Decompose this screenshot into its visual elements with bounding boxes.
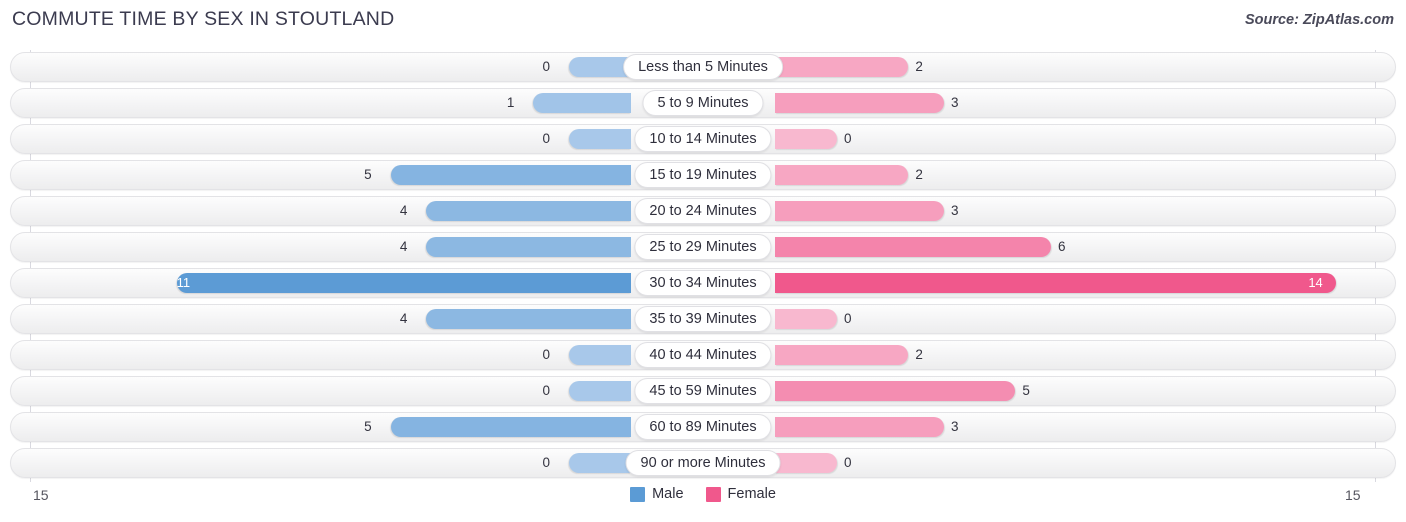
table-row: 11 14 30 to 34 Minutes: [10, 268, 1396, 298]
category-label: 35 to 39 Minutes: [634, 306, 772, 332]
bar-female: [775, 57, 909, 77]
bar-female: [775, 201, 944, 221]
category-label: 30 to 34 Minutes: [634, 270, 772, 296]
legend-label: Female: [727, 486, 776, 502]
category-label: 60 to 89 Minutes: [634, 414, 772, 440]
bar-value-female: 3: [951, 419, 959, 434]
bar-value-female: 0: [844, 455, 852, 470]
bar-value-male: 0: [542, 59, 550, 74]
bar-value-female: 6: [1058, 239, 1066, 254]
bar-value-male: 0: [542, 455, 550, 470]
bar-male: [426, 201, 631, 221]
page-title: COMMUTE TIME BY SEX IN STOUTLAND: [12, 8, 395, 30]
bar-male: [569, 129, 631, 149]
table-row: 5 2 15 to 19 Minutes: [10, 160, 1396, 190]
category-label: 5 to 9 Minutes: [642, 90, 764, 116]
category-label: 25 to 29 Minutes: [634, 234, 772, 260]
table-row: 4 0 35 to 39 Minutes: [10, 304, 1396, 334]
legend-label: Male: [652, 486, 684, 502]
bar-male: [569, 57, 631, 77]
category-label: 40 to 44 Minutes: [634, 342, 772, 368]
bar-value-male: 4: [399, 203, 408, 218]
source-attribution: Source: ZipAtlas.com: [1244, 12, 1394, 28]
bar-female: [775, 129, 837, 149]
table-row: 0 5 45 to 59 Minutes: [10, 376, 1396, 406]
bar-female: [775, 309, 837, 329]
category-label: 10 to 14 Minutes: [634, 126, 772, 152]
bar-value-male: 0: [542, 383, 550, 398]
bar-female: [775, 345, 909, 365]
bar-value-male: 5: [364, 419, 372, 434]
table-row: 0 2 Less than 5 Minutes: [10, 52, 1396, 82]
bar-value-male: 0: [542, 131, 550, 146]
table-row: 0 0 10 to 14 Minutes: [10, 124, 1396, 154]
table-row: 4 3 20 to 24 Minutes: [10, 196, 1396, 226]
bar-female: [775, 381, 1016, 401]
bar-value-male: 0: [542, 347, 550, 362]
bar-female: [775, 237, 1051, 257]
bar-female: [775, 453, 837, 473]
bar-value-female: 0: [844, 311, 852, 326]
table-row: 4 6 25 to 29 Minutes: [10, 232, 1396, 262]
bar-value-female: 3: [951, 203, 959, 218]
bar-value-female: 2: [915, 59, 923, 74]
bar-value-female: 2: [915, 347, 923, 362]
table-row: 1 3 5 to 9 Minutes: [10, 88, 1396, 118]
bar-value-male: 4: [399, 239, 408, 254]
table-row: 0 0 90 or more Minutes: [10, 448, 1396, 478]
bar-value-male: 5: [364, 167, 372, 182]
bar-male: [426, 309, 631, 329]
category-label: 20 to 24 Minutes: [634, 198, 772, 224]
bar-value-female: 2: [915, 167, 923, 182]
category-label: 90 or more Minutes: [625, 450, 781, 476]
legend-item-female[interactable]: Female: [705, 486, 776, 502]
bar-male: [176, 273, 631, 293]
bar-value-male: 4: [399, 311, 408, 326]
legend-swatch-icon: [705, 486, 721, 502]
chart-container: COMMUTE TIME BY SEX IN STOUTLAND Source:…: [0, 0, 1406, 522]
category-label: 15 to 19 Minutes: [634, 162, 772, 188]
bar-male: [569, 381, 631, 401]
bar-male: [569, 345, 631, 365]
bar-male: [426, 237, 631, 257]
bar-value-female: 5: [1022, 383, 1030, 398]
chart-legend: Male Female: [0, 486, 1406, 502]
bar-value-male: 1: [506, 95, 515, 110]
legend-swatch-icon: [630, 486, 646, 502]
bar-value-female: 14: [1308, 275, 1323, 290]
bar-value-female: 0: [844, 131, 852, 146]
bar-value-female: 3: [951, 95, 959, 110]
bar-value-male: 11: [176, 275, 191, 290]
legend-item-male[interactable]: Male: [630, 486, 684, 502]
bar-male: [390, 417, 631, 437]
bar-male: [569, 453, 631, 473]
bar-female: [775, 417, 944, 437]
category-label: 45 to 59 Minutes: [634, 378, 772, 404]
table-row: 0 2 40 to 44 Minutes: [10, 340, 1396, 370]
bar-female: [775, 93, 944, 113]
bar-female: [775, 165, 909, 185]
bar-female: [775, 273, 1337, 293]
category-label: Less than 5 Minutes: [623, 54, 783, 80]
table-row: 5 3 60 to 89 Minutes: [10, 412, 1396, 442]
bar-male: [390, 165, 631, 185]
plot-area: 0 2 Less than 5 Minutes 1 3 5 to 9 Minutes 0 0 1…: [0, 50, 1406, 482]
bar-male: [533, 93, 631, 113]
